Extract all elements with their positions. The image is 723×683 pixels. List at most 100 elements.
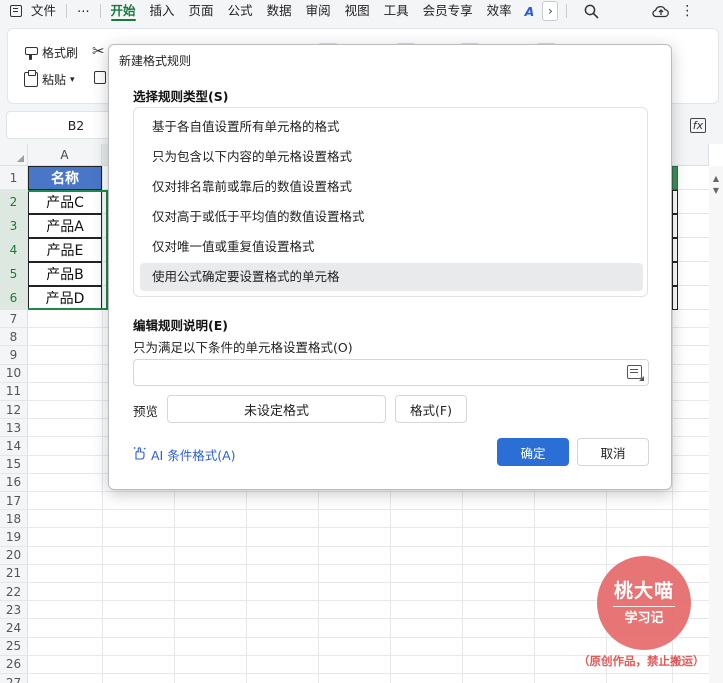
format-painter-button[interactable]: 格式刷 — [24, 44, 78, 61]
row-header[interactable]: 11 — [0, 382, 28, 401]
cut-button[interactable]: ✂ — [92, 42, 105, 60]
cell-fragment — [672, 238, 678, 262]
rule-type-item-unique-duplicate[interactable]: 仅对唯一值或重复值设置格式 — [140, 233, 643, 261]
row-header[interactable]: 5 — [0, 262, 28, 286]
formula-input[interactable] — [133, 359, 649, 386]
menu-separator — [99, 4, 101, 18]
watermark-divider — [613, 605, 675, 608]
range-select-icon[interactable] — [627, 365, 642, 379]
vertical-scrollbar[interactable]: ▲ ▼ — [709, 166, 723, 683]
row-header[interactable]: 7 — [0, 310, 28, 329]
format-painter-label: 格式刷 — [42, 46, 79, 60]
row-header[interactable]: 3 — [0, 214, 28, 238]
menu-home[interactable]: 开始 — [104, 0, 143, 22]
row-header[interactable]: 2 — [0, 190, 28, 214]
rule-type-label: 选择规则类型(S) — [133, 89, 229, 104]
menu-tools[interactable]: 工具 — [377, 0, 416, 22]
ok-button[interactable]: 确定 — [497, 438, 569, 466]
menu-formulas[interactable]: 公式 — [221, 0, 260, 22]
row-header[interactable]: 8 — [0, 328, 28, 347]
preview-label: 预览 — [133, 404, 159, 419]
menu-insert[interactable]: 插入 — [143, 0, 182, 22]
rule-type-list[interactable]: 基于各自值设置所有单元格的格式 只为包含以下内容的单元格设置格式 仅对排名靠前或… — [133, 107, 648, 297]
row-header[interactable]: 16 — [0, 473, 28, 492]
scissors-icon: ✂ — [92, 42, 105, 60]
row-header[interactable]: 21 — [0, 564, 28, 583]
menu-member[interactable]: 会员专享 — [416, 0, 480, 22]
row-header[interactable]: 1 — [0, 166, 28, 190]
row-header[interactable]: 27 — [0, 674, 28, 683]
row-header[interactable]: 12 — [0, 401, 28, 420]
row-header[interactable]: 14 — [0, 437, 28, 456]
row-header[interactable]: 25 — [0, 637, 28, 656]
row-header[interactable]: 23 — [0, 601, 28, 620]
cell-a3[interactable]: 产品A — [28, 214, 102, 238]
cell-a6[interactable]: 产品D — [28, 286, 102, 310]
chevron-down-icon: ▾ — [70, 74, 75, 85]
row-header[interactable]: 10 — [0, 364, 28, 383]
watermark-name: 桃大喵 — [613, 579, 674, 602]
menu-data[interactable]: 数据 — [260, 0, 299, 22]
cell-header-fragment — [672, 166, 678, 190]
cell-fragment — [672, 286, 678, 310]
cell-a1-header[interactable]: 名称 — [28, 166, 102, 190]
menu-page[interactable]: 页面 — [182, 0, 221, 22]
rule-type-item-average[interactable]: 仅对高于或低于平均值的数值设置格式 — [140, 203, 643, 231]
format-painter-icon — [24, 46, 38, 60]
rule-type-item-formula[interactable]: 使用公式确定要设置格式的单元格 — [140, 263, 643, 291]
row-header[interactable]: 17 — [0, 492, 28, 511]
row-header[interactable]: 15 — [0, 455, 28, 474]
watermark-seal: 桃大喵 学习记 — [597, 556, 691, 650]
row-header[interactable]: 4 — [0, 238, 28, 262]
menu-file[interactable]: 文件 — [24, 0, 63, 22]
cancel-button[interactable]: 取消 — [577, 438, 649, 466]
rule-type-item-contains[interactable]: 只为包含以下内容的单元格设置格式 — [140, 143, 643, 171]
row-header[interactable]: 9 — [0, 346, 28, 365]
formula-condition-label: 只为满足以下条件的单元格设置格式(O) — [133, 340, 353, 355]
watermark-sub: 学习记 — [624, 611, 664, 627]
format-button[interactable]: 格式(F) — [395, 395, 467, 423]
row-header[interactable]: 22 — [0, 583, 28, 602]
paste-button[interactable]: 粘贴 ▾ — [24, 70, 75, 88]
cell-fragment — [672, 190, 678, 214]
rule-type-item-top-bottom[interactable]: 仅对排名靠前或靠后的数值设置格式 — [140, 173, 643, 201]
menu-view[interactable]: 视图 — [338, 0, 377, 22]
column-header-a[interactable]: A — [28, 144, 102, 166]
rule-type-item-all-cells[interactable]: 基于各自值设置所有单元格的格式 — [140, 113, 643, 141]
cell-a5[interactable]: 产品B — [28, 262, 102, 286]
ai-link-label: AI 条件格式(A) — [151, 448, 236, 463]
edit-rule-label: 编辑规则说明(E) — [133, 318, 228, 333]
cloud-upload-icon[interactable] — [650, 0, 672, 22]
cell-a2[interactable]: 产品C — [28, 190, 102, 214]
menu-efficiency[interactable]: 效率 — [480, 0, 519, 22]
row-header[interactable]: 19 — [0, 528, 28, 547]
menu-review[interactable]: 审阅 — [299, 0, 338, 22]
row-header[interactable]: 24 — [0, 619, 28, 638]
ai-logo-icon[interactable]: A — [519, 4, 541, 19]
cell-a4[interactable]: 产品E — [28, 238, 102, 262]
copy-icon — [94, 71, 106, 84]
dialog-title: 新建格式规则 — [119, 54, 192, 68]
paste-label: 粘贴 — [42, 73, 67, 87]
new-format-rule-dialog: 新建格式规则 选择规则类型(S) 基于各自值设置所有单元格的格式 只为包含以下内… — [108, 44, 672, 490]
gridline-vertical — [102, 166, 103, 683]
row-header[interactable]: 20 — [0, 546, 28, 565]
scroll-up-icon[interactable]: ▲ — [709, 172, 723, 184]
select-all-corner[interactable] — [0, 144, 28, 166]
scroll-down-icon[interactable]: ▼ — [709, 184, 723, 196]
insert-function-button[interactable]: fx — [686, 113, 710, 137]
chevron-right-icon[interactable]: › — [542, 1, 559, 21]
menu-separator — [66, 4, 68, 18]
menu-more[interactable]: ⋯ — [70, 0, 97, 22]
row-header[interactable]: 6 — [0, 286, 28, 310]
row-header[interactable]: 26 — [0, 655, 28, 674]
column-header[interactable] — [672, 144, 709, 166]
cell-fragment — [672, 262, 678, 286]
row-header[interactable]: 13 — [0, 419, 28, 438]
search-icon[interactable] — [580, 0, 602, 22]
cell-fragment — [672, 214, 678, 238]
copy-button[interactable] — [94, 71, 106, 84]
ai-conditional-format-link[interactable]: AI 条件格式(A) — [133, 445, 236, 464]
row-header[interactable]: 18 — [0, 510, 28, 529]
more-vertical-icon[interactable]: ⋮ — [676, 0, 698, 22]
